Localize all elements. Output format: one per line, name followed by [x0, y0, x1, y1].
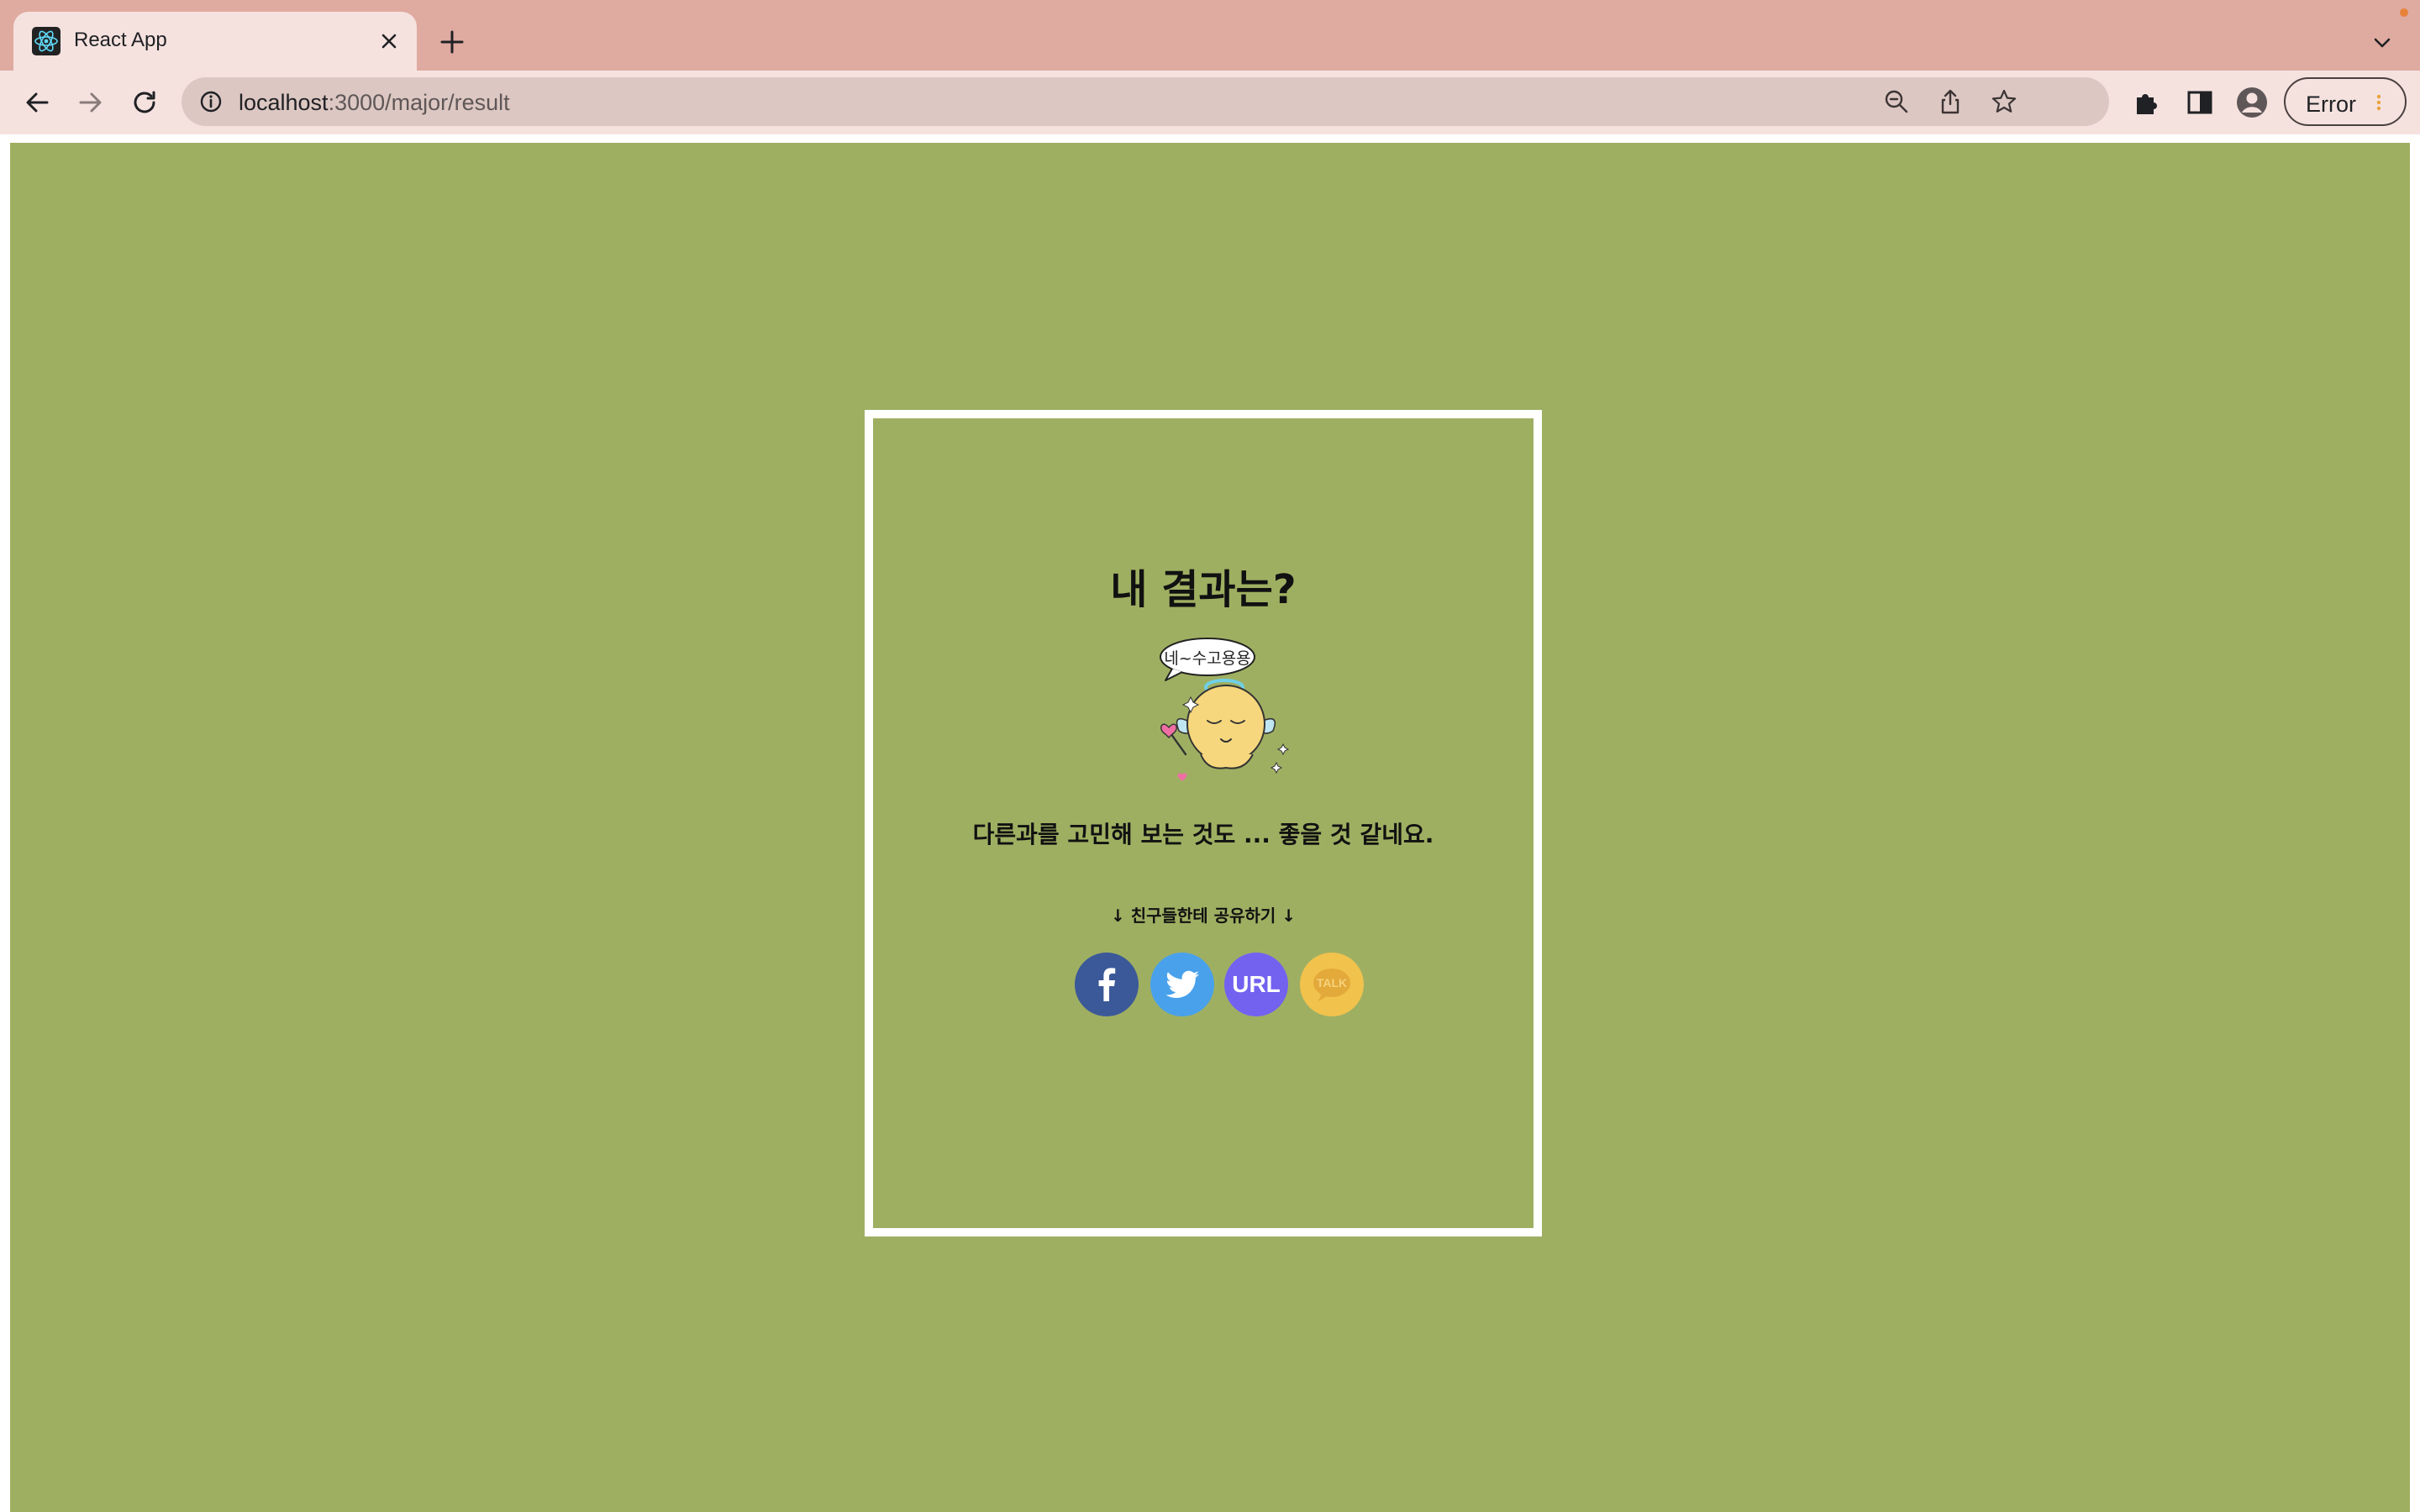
url-path: :3000/major/result [328, 90, 510, 115]
kakao-talk-label: TALK [1317, 976, 1347, 990]
more-menu-icon[interactable] [2376, 94, 2381, 111]
profile-avatar-icon[interactable] [2235, 86, 2269, 119]
share-twitter-button[interactable] [1150, 953, 1214, 1016]
browser-tab[interactable]: React App [13, 12, 417, 71]
chevron-down-icon[interactable] [2370, 30, 2395, 55]
forward-arrow-icon[interactable] [74, 86, 108, 119]
browser-tab-strip: React App [0, 0, 2420, 71]
page-viewport: 내 결과는? 네~수고용용 다른과를 고민해 보는 것도 ... 좋을 것 같네… [10, 143, 2410, 1512]
url-host: localhost [239, 90, 329, 115]
side-panel-icon[interactable] [2183, 86, 2217, 119]
result-title: 내 결과는? [1110, 566, 1297, 613]
facebook-icon [1075, 953, 1139, 1016]
share-kakao-button[interactable]: TALK [1300, 953, 1364, 1016]
back-arrow-icon[interactable] [20, 86, 54, 119]
new-tab-icon[interactable] [437, 27, 467, 57]
profile-error-label: Error [2306, 92, 2356, 117]
bookmark-star-icon[interactable] [1990, 87, 2018, 116]
share-caption: ↓ 친구들한테 공유하기 ↓ [1110, 906, 1296, 926]
profile-error-button[interactable]: Error [2284, 77, 2407, 126]
extensions-puzzle-icon[interactable] [2129, 86, 2163, 119]
share-facebook-button[interactable] [1075, 953, 1139, 1016]
site-info-icon[interactable] [198, 89, 224, 114]
tab-title: React App [74, 29, 167, 51]
twitter-icon [1150, 953, 1214, 1016]
result-message: 다른과를 고민해 보는 것도 ... 좋을 것 같네요. [972, 821, 1434, 848]
recording-indicator [2400, 8, 2408, 17]
url-text[interactable]: localhost:3000/major/result [239, 90, 510, 116]
reload-icon[interactable] [128, 86, 161, 119]
zoom-out-icon[interactable] [1882, 87, 1911, 116]
url-button-label: URL [1232, 971, 1281, 997]
kakaotalk-icon: TALK [1300, 953, 1364, 1016]
share-url-button[interactable]: URL [1224, 953, 1288, 1016]
angel-mascot-image: 네~수고용용 [1160, 638, 1290, 781]
share-icon[interactable] [1936, 87, 1965, 116]
result-card: 내 결과는? 네~수고용용 다른과를 고민해 보는 것도 ... 좋을 것 같네… [865, 410, 1542, 1236]
address-bar[interactable]: localhost:3000/major/result [182, 77, 2109, 126]
close-tab-icon[interactable] [376, 29, 402, 54]
react-logo-icon [32, 27, 60, 55]
mascot-speech-text: 네~수고용용 [1164, 649, 1250, 668]
browser-content-border [0, 134, 2420, 143]
browser-toolbar: localhost:3000/major/result Error [0, 71, 2420, 134]
